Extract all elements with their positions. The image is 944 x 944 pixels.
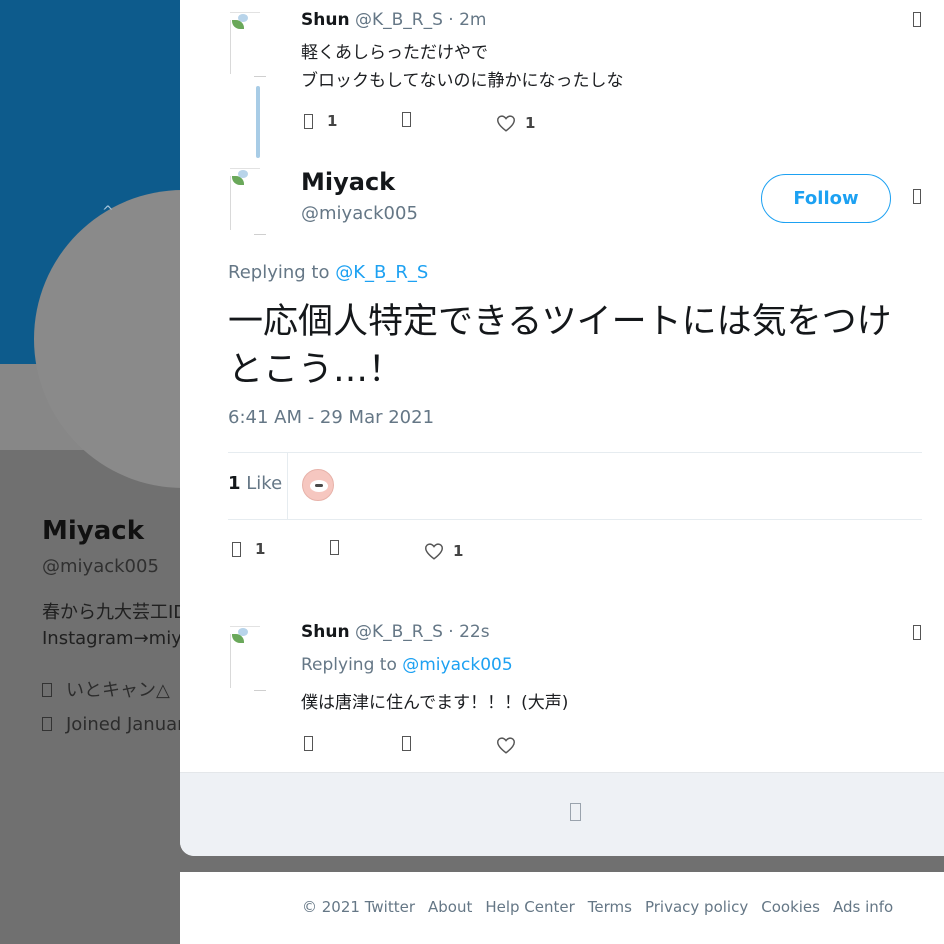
reply-tweet-caret-down-icon[interactable] bbox=[913, 625, 921, 640]
likes-count-link[interactable]: 1 Like bbox=[228, 473, 282, 494]
tweet-stats-row: 1 Like bbox=[228, 452, 922, 520]
main-replying-to: Replying to @K_B_R_S bbox=[228, 262, 428, 283]
reply-tweet-handle[interactable]: @K_B_R_S bbox=[355, 622, 443, 642]
parent-tweet-text-line-2: ブロックもしてないのに静かになったしな bbox=[301, 71, 624, 91]
main-like-count: 1 bbox=[453, 542, 464, 560]
retweet-icon bbox=[402, 112, 411, 127]
stats-divider bbox=[287, 453, 288, 519]
profile-bio-line-1: 春から九大芸工ID bbox=[42, 602, 188, 623]
footer-link-privacy-policy[interactable]: Privacy policy bbox=[645, 898, 748, 916]
main-replying-mention-link[interactable]: @K_B_R_S bbox=[335, 262, 428, 283]
main-tweet-text: 一応個人特定できるツイートには気をつけとこう…！ bbox=[228, 302, 892, 390]
main-tweet-avatar[interactable] bbox=[230, 168, 288, 235]
main-reply-count: 1 bbox=[255, 540, 266, 558]
main-tweet-caret-down-icon[interactable] bbox=[913, 189, 921, 204]
footer-link-ads-info[interactable]: Ads info bbox=[833, 898, 893, 916]
parent-tweet-name[interactable]: Shun bbox=[301, 10, 350, 30]
more-replies-icon[interactable] bbox=[570, 803, 581, 821]
heart-icon bbox=[497, 737, 515, 754]
main-like-button[interactable]: 1 bbox=[423, 540, 463, 562]
main-reply-button[interactable]: 1 bbox=[232, 540, 265, 558]
heart-icon bbox=[425, 543, 443, 560]
parent-like-count: 1 bbox=[525, 114, 536, 132]
reply-icon bbox=[304, 113, 313, 129]
parent-tweet-time[interactable]: · 2m bbox=[448, 10, 486, 30]
thread-connector-line bbox=[256, 86, 260, 158]
modal-footer bbox=[180, 772, 944, 856]
profile-location: いとキャン△ bbox=[42, 676, 170, 702]
parent-reply-count: 1 bbox=[327, 112, 338, 130]
reply-replying-to: Replying to @miyack005 bbox=[301, 655, 513, 675]
main-retweet-button[interactable] bbox=[330, 540, 339, 555]
calendar-icon bbox=[42, 717, 52, 731]
reply-tweet-header: Shun @K_B_R_S · 22s bbox=[301, 622, 490, 642]
footer-copyright: © 2021 Twitter bbox=[302, 898, 415, 916]
likes-number: 1 bbox=[228, 473, 241, 494]
likes-label: Like bbox=[246, 473, 283, 494]
profile-handle: @miyack005 bbox=[42, 556, 159, 577]
reply-icon bbox=[304, 736, 313, 751]
main-replying-prefix: Replying to bbox=[228, 262, 330, 283]
avatar-mark: ^ bbox=[102, 204, 114, 220]
parent-tweet-header: Shun @K_B_R_S · 2m bbox=[301, 10, 486, 30]
follow-button[interactable]: Follow bbox=[761, 174, 891, 223]
reply-tweet-text: 僕は唐津に住んでます！！！(大声) bbox=[301, 693, 569, 713]
reply-retweet-button[interactable] bbox=[402, 736, 411, 751]
profile-name: Miyack bbox=[42, 516, 144, 546]
reply-replying-mention-link[interactable]: @miyack005 bbox=[402, 655, 512, 675]
site-footer: © 2021 Twitter About Help Center Terms P… bbox=[180, 872, 944, 944]
retweet-icon bbox=[402, 736, 411, 751]
footer-link-terms[interactable]: Terms bbox=[588, 898, 632, 916]
heart-icon bbox=[497, 115, 515, 132]
footer-link-cookies[interactable]: Cookies bbox=[761, 898, 820, 916]
profile-bio-line-2: Instagram→miyac bbox=[42, 628, 203, 649]
profile-joined: Joined Januar bbox=[42, 714, 185, 735]
profile-joined-text: Joined Januar bbox=[66, 714, 185, 735]
reply-tweet-name[interactable]: Shun bbox=[301, 622, 350, 642]
footer-link-about[interactable]: About bbox=[428, 898, 472, 916]
parent-tweet-text-line-1: 軽くあしらっただけやで bbox=[301, 43, 488, 63]
parent-retweet-button[interactable] bbox=[402, 112, 411, 127]
liker-avatar[interactable] bbox=[302, 469, 334, 501]
retweet-icon bbox=[330, 540, 339, 555]
footer-links: © 2021 Twitter About Help Center Terms P… bbox=[302, 898, 893, 916]
parent-tweet-avatar[interactable] bbox=[230, 12, 288, 77]
parent-like-button[interactable]: 1 bbox=[495, 112, 535, 134]
reply-replying-prefix: Replying to bbox=[301, 655, 397, 675]
reply-icon bbox=[232, 541, 241, 557]
reply-like-button[interactable] bbox=[495, 734, 517, 756]
parent-tweet-handle[interactable]: @K_B_R_S bbox=[355, 10, 443, 30]
reply-reply-button[interactable] bbox=[304, 736, 313, 751]
main-tweet-name[interactable]: Miyack bbox=[301, 168, 395, 196]
profile-location-text: いとキャン△ bbox=[66, 680, 170, 701]
reply-tweet-avatar[interactable] bbox=[230, 626, 288, 691]
reply-tweet-time[interactable]: · 22s bbox=[448, 622, 489, 642]
parent-tweet-caret-down-icon[interactable] bbox=[913, 12, 921, 27]
parent-reply-button[interactable]: 1 bbox=[304, 112, 337, 130]
location-icon bbox=[42, 683, 52, 697]
main-tweet-timestamp[interactable]: 6:41 AM - 29 Mar 2021 bbox=[228, 407, 434, 428]
footer-link-help-center[interactable]: Help Center bbox=[485, 898, 574, 916]
tweet-modal: Shun @K_B_R_S · 2m 軽くあしらっただけやで ブロックもしてない… bbox=[180, 0, 944, 856]
main-tweet-handle[interactable]: @miyack005 bbox=[301, 203, 418, 224]
